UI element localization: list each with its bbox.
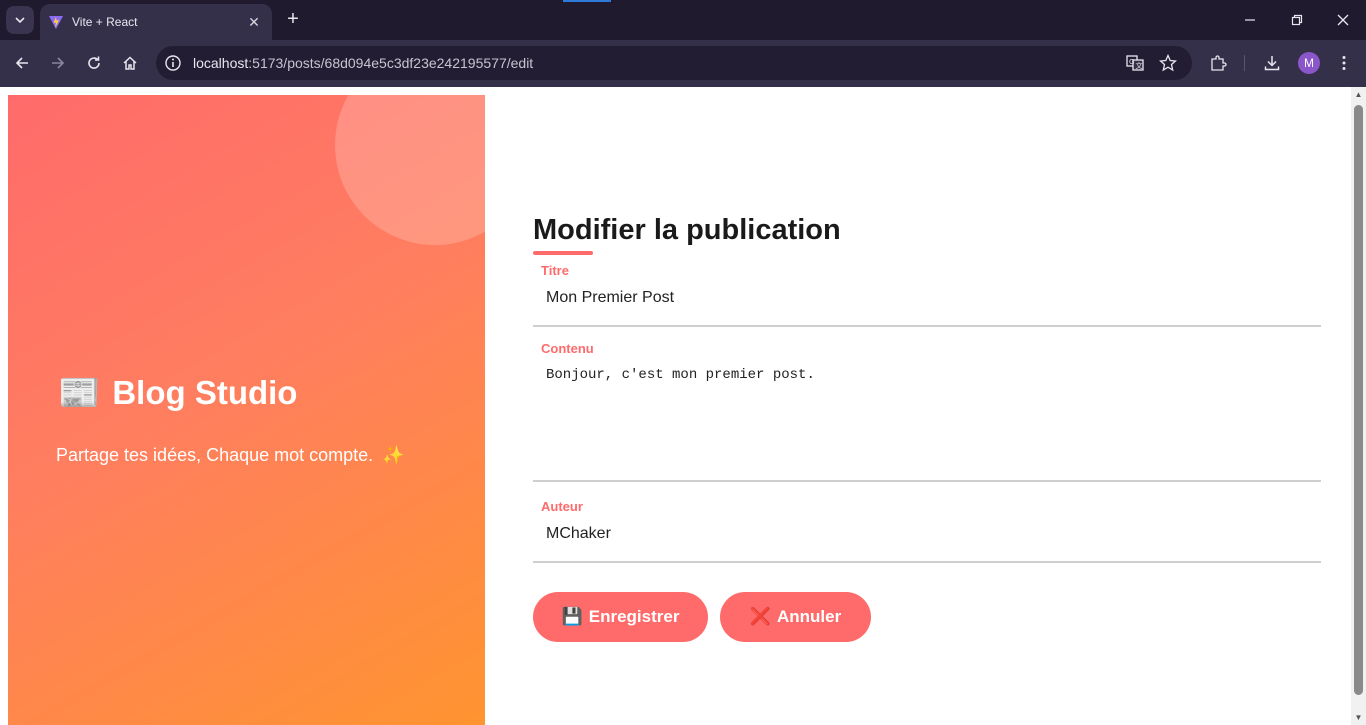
svg-text:文: 文 bbox=[1136, 61, 1143, 70]
hero-panel: 📰 Blog Studio Partage tes idées, Chaque … bbox=[8, 95, 485, 725]
back-button[interactable] bbox=[10, 51, 34, 75]
downloads-button[interactable] bbox=[1260, 51, 1284, 75]
star-icon bbox=[1159, 54, 1177, 72]
cancel-button[interactable]: ❌ Annuler bbox=[720, 592, 871, 642]
floppy-disk-icon: 💾 bbox=[561, 607, 583, 627]
cross-mark-icon: ❌ bbox=[749, 607, 771, 627]
restore-button[interactable] bbox=[1285, 8, 1309, 32]
author-input[interactable] bbox=[546, 525, 1306, 543]
tab-title: Vite + React bbox=[72, 15, 138, 29]
browser-menu-button[interactable] bbox=[1332, 51, 1356, 75]
extensions-button[interactable] bbox=[1206, 51, 1230, 75]
close-window-button[interactable] bbox=[1331, 8, 1355, 32]
page-title: Modifier la publication bbox=[533, 214, 841, 246]
brand-name: Blog Studio bbox=[112, 374, 298, 411]
url-path: :5173/posts/68d094e5c3df23e242195577/edi… bbox=[248, 55, 534, 71]
save-button-label: Enregistrer bbox=[588, 607, 680, 626]
scrollbar-thumb[interactable] bbox=[1354, 105, 1363, 695]
restore-icon bbox=[1291, 14, 1303, 26]
vite-logo-icon bbox=[49, 16, 63, 29]
scroll-down-arrow-icon[interactable]: ▼ bbox=[1354, 713, 1363, 722]
chevron-down-icon bbox=[15, 17, 25, 24]
toolbar-divider bbox=[1244, 55, 1245, 71]
window-focus-indicator bbox=[563, 0, 611, 2]
tab-search-button[interactable] bbox=[6, 6, 34, 34]
title-label: Titre bbox=[541, 263, 569, 278]
home-button[interactable] bbox=[118, 51, 142, 75]
puzzle-icon bbox=[1211, 55, 1227, 71]
title-input[interactable] bbox=[546, 289, 1306, 307]
home-icon bbox=[123, 56, 137, 70]
download-icon bbox=[1264, 56, 1280, 71]
site-info-icon[interactable] bbox=[164, 54, 182, 72]
content-textarea[interactable]: Bonjour, c'est mon premier post. bbox=[546, 367, 1306, 467]
minimize-button[interactable] bbox=[1238, 8, 1262, 32]
reload-button[interactable] bbox=[82, 51, 106, 75]
newspaper-icon: 📰 bbox=[58, 373, 101, 413]
page-viewport: 📰 Blog Studio Partage tes idées, Chaque … bbox=[0, 87, 1366, 725]
title-underline bbox=[533, 251, 593, 255]
translate-icon: G文 bbox=[1126, 55, 1144, 71]
bookmark-button[interactable] bbox=[1158, 53, 1178, 73]
arrow-right-icon bbox=[52, 57, 65, 69]
more-vertical-icon bbox=[1342, 56, 1346, 70]
new-tab-button[interactable]: + bbox=[282, 8, 304, 30]
address-bar[interactable]: localhost:5173/posts/68d094e5c3df23e2421… bbox=[156, 46, 1192, 80]
profile-avatar[interactable]: M bbox=[1298, 52, 1320, 74]
svg-text:G: G bbox=[1129, 58, 1134, 66]
save-button[interactable]: 💾 Enregistrer bbox=[533, 592, 708, 642]
content-label: Contenu bbox=[541, 341, 594, 356]
url-host: localhost bbox=[193, 55, 249, 71]
reload-icon bbox=[88, 56, 100, 69]
url-text: localhost:5173/posts/68d094e5c3df23e2421… bbox=[193, 55, 533, 71]
author-field: Auteur bbox=[533, 499, 1321, 563]
scroll-up-arrow-icon[interactable]: ▲ bbox=[1354, 90, 1363, 99]
page-scrollbar[interactable]: ▲ ▼ bbox=[1351, 87, 1366, 725]
author-label: Auteur bbox=[541, 499, 583, 514]
minimize-icon bbox=[1245, 19, 1255, 21]
sparkles-icon: ✨ bbox=[382, 445, 405, 466]
browser-tab-bar: Vite + React ✕ + bbox=[0, 0, 1366, 40]
arrow-left-icon bbox=[15, 57, 28, 69]
content-field: Contenu Bonjour, c'est mon premier post. bbox=[533, 341, 1321, 482]
brand: 📰 Blog Studio bbox=[58, 373, 297, 413]
browser-tab[interactable]: Vite + React ✕ bbox=[40, 4, 272, 40]
translate-button[interactable]: G文 bbox=[1125, 53, 1145, 73]
tagline: Partage tes idées, Chaque mot compte. ✨ bbox=[56, 445, 405, 466]
edit-post-form: Modifier la publication bbox=[533, 213, 1321, 255]
tab-close-icon[interactable]: ✕ bbox=[246, 14, 262, 31]
tagline-text: Partage tes idées, Chaque mot compte. bbox=[56, 445, 374, 465]
forward-button[interactable] bbox=[46, 51, 70, 75]
close-icon bbox=[1337, 14, 1349, 26]
browser-toolbar: localhost:5173/posts/68d094e5c3df23e2421… bbox=[0, 40, 1366, 87]
title-field: Titre bbox=[533, 263, 1321, 327]
decorative-circle bbox=[335, 95, 485, 245]
cancel-button-label: Annuler bbox=[776, 607, 842, 626]
